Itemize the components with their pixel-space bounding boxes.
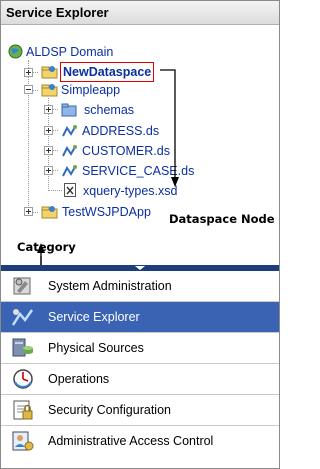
service-explorer-panel: Service Explorer ALDSP Domain NewDataspa… (0, 0, 280, 469)
security-config-icon (13, 400, 33, 420)
operations-icon (13, 369, 33, 389)
menu-item-service-explorer[interactable]: Service Explorer (1, 302, 279, 333)
menu-item-operations[interactable]: Operations (1, 364, 279, 395)
menu-item-label: Physical Sources (48, 341, 144, 355)
collapse-triangle-icon[interactable] (135, 266, 145, 270)
panel-title: Service Explorer (1, 1, 279, 25)
menu-item-label: Service Explorer (48, 310, 140, 324)
menu-item-system-administration[interactable]: System Administration (1, 271, 279, 302)
navigation-tree: ALDSP Domain NewDataspace Simpleapp sche… (1, 26, 279, 266)
annotation-arrows (40, 69, 179, 266)
menu-item-label: Operations (48, 372, 110, 386)
menu-item-label: System Administration (48, 279, 172, 293)
menu-item-physical-sources[interactable]: Physical Sources (1, 333, 279, 364)
admin-access-icon (12, 431, 34, 451)
service-explorer-icon (11, 309, 34, 326)
menu-item-label: Administrative Access Control (48, 434, 214, 448)
menu-item-label: Security Configuration (48, 403, 171, 417)
menu-item-administrative-access-control[interactable]: Administrative Access Control (1, 426, 279, 457)
physical-sources-icon (12, 338, 33, 357)
system-admin-icon (13, 277, 31, 295)
menu-item-security-configuration[interactable]: Security Configuration (1, 395, 279, 426)
dataspace-node-annotation: Dataspace Node (169, 212, 275, 226)
